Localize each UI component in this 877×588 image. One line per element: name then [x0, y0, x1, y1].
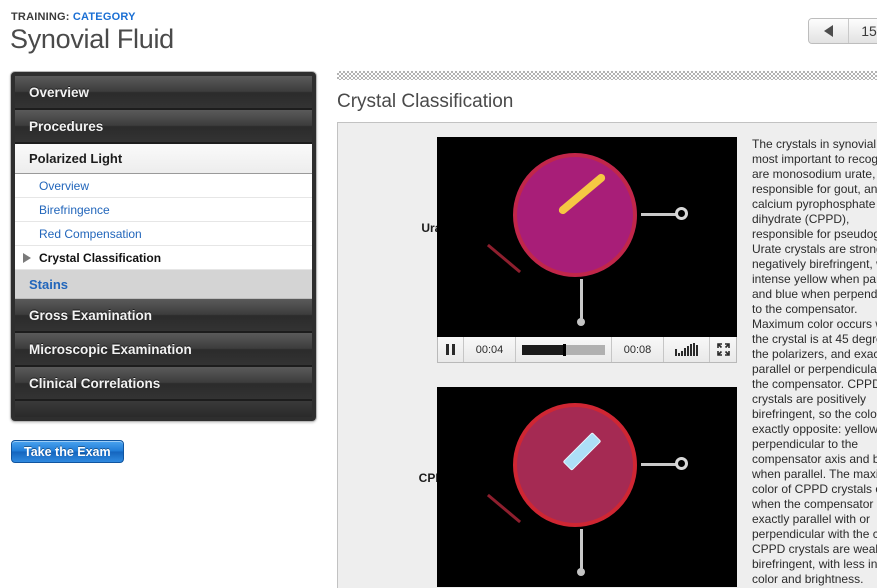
breadcrumb: TRAINING: CATEGORY: [11, 11, 136, 23]
pause-button[interactable]: [438, 337, 464, 362]
take-the-exam-button[interactable]: Take the Exam: [11, 440, 124, 463]
sidebar-item-label: Crystal Classification: [39, 250, 162, 265]
sidebar-item-overview[interactable]: Overview: [15, 76, 312, 110]
main-content: Crystal Classification Urate: [337, 71, 877, 588]
video-stage-urate[interactable]: [437, 137, 737, 337]
breadcrumb-prefix: TRAINING:: [11, 11, 70, 23]
sidebar-item-gross-examination[interactable]: Gross Examination: [15, 299, 312, 333]
breadcrumb-category-link[interactable]: CATEGORY: [73, 11, 136, 23]
sidebar-item-clinical-correlations[interactable]: Clinical Correlations: [15, 367, 312, 401]
triangle-left-icon: [824, 25, 833, 37]
video-player-cppd: [437, 387, 737, 587]
progress-filled: [522, 344, 564, 355]
pointer-knob-icon: [675, 207, 688, 220]
section-title: Crystal Classification: [337, 91, 514, 112]
current-time: 00:04: [464, 337, 516, 362]
pointer-dot-icon: [577, 568, 585, 576]
pointer-arm-diagonal: [486, 243, 522, 274]
progress-track[interactable]: [522, 343, 605, 356]
pointer-knob-icon: [675, 457, 688, 470]
sidebar-item-procedures[interactable]: Procedures: [15, 110, 312, 144]
sidebar-item-overview-sub[interactable]: Overview: [15, 174, 312, 198]
fullscreen-icon: [716, 343, 730, 356]
sidebar-subhead-polarized-light[interactable]: Polarized Light: [15, 144, 312, 174]
video-stage-cppd[interactable]: [437, 387, 737, 587]
volume-icon: [675, 343, 698, 356]
sidebar-item-crystal-classification[interactable]: Crystal Classification: [15, 246, 312, 270]
sidebar-item-microscopic-examination[interactable]: Microscopic Examination: [15, 333, 312, 367]
sidebar-nav: Overview Procedures Polarized Light Over…: [10, 71, 317, 422]
progress-handle[interactable]: [562, 343, 566, 356]
video-player-urate: 00:04 00:08: [437, 137, 737, 363]
pager-prev-button[interactable]: [809, 19, 849, 43]
duration-time: 00:08: [612, 337, 664, 362]
page-header: TRAINING: CATEGORY Synovial Fluid 15: [0, 0, 877, 66]
video-controls: 00:04 00:08: [437, 337, 737, 363]
triangle-right-icon: [23, 252, 31, 263]
progress-bar[interactable]: [516, 337, 612, 362]
page-root: TRAINING: CATEGORY Synovial Fluid 15 Ove…: [0, 0, 877, 588]
pager-page-number[interactable]: 15: [849, 19, 877, 43]
pause-icon: [446, 344, 455, 355]
pointer-arm-down: [580, 529, 583, 571]
sidebar-item-stains[interactable]: Stains: [15, 270, 312, 299]
content-panel: Urate 00:04: [337, 122, 877, 588]
sidebar-item-red-compensation[interactable]: Red Compensation: [15, 222, 312, 246]
pointer-arm-diagonal: [486, 493, 522, 524]
pointer-arm-down: [580, 279, 583, 321]
sidebar-item-birefringence[interactable]: Birefringence: [15, 198, 312, 222]
pointer-arm-right: [641, 213, 677, 216]
pointer-dot-icon: [577, 318, 585, 326]
fullscreen-button[interactable]: [710, 337, 736, 362]
pager: 15: [808, 18, 877, 44]
page-title: Synovial Fluid: [10, 24, 174, 54]
body-text: The crystals in synovial fluid most impo…: [752, 137, 877, 586]
hatch-divider: [337, 71, 877, 80]
pointer-arm-right: [641, 463, 677, 466]
volume-button[interactable]: [664, 337, 710, 362]
sidebar-footer-strip: [15, 401, 312, 417]
polarized-field-circle: [513, 153, 637, 277]
